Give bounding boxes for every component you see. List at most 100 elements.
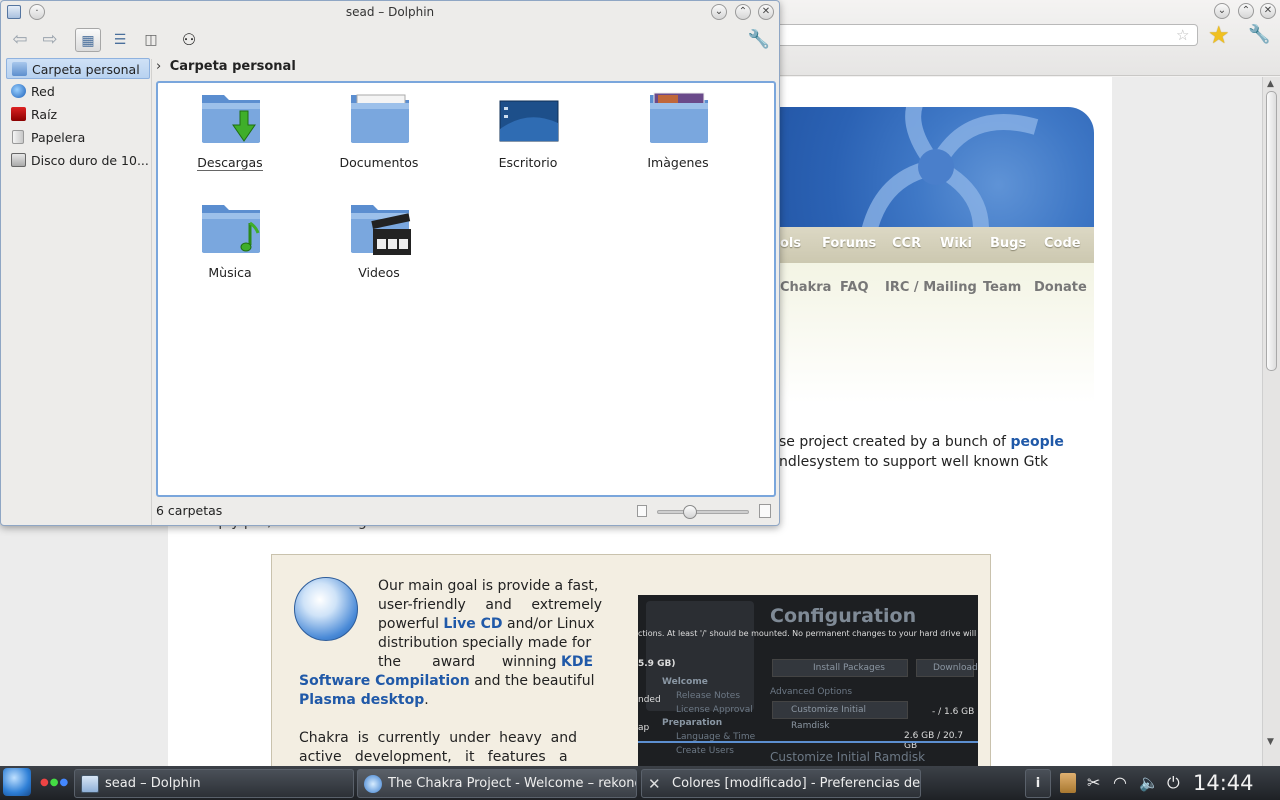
zoom-in-icon[interactable] bbox=[759, 504, 771, 518]
power-icon[interactable]: ⏻ bbox=[1167, 773, 1180, 793]
task-dolphin[interactable]: sead – Dolphin bbox=[74, 769, 354, 798]
pin-button[interactable]: · bbox=[29, 4, 45, 20]
scroll-down-icon[interactable]: ▼ bbox=[1267, 737, 1274, 747]
folder-label: Mùsica bbox=[208, 265, 252, 280]
feature-box: Our main goal is provide a fast, user-fr… bbox=[271, 554, 991, 784]
minimize-button[interactable]: ⌄ bbox=[711, 4, 727, 20]
breadcrumb-arrow-icon[interactable]: › bbox=[156, 59, 161, 74]
people-link[interactable]: people bbox=[1010, 434, 1063, 450]
task-system-settings[interactable]: ✕ Colores [modificado] - Preferencias de… bbox=[641, 769, 921, 798]
documents-folder-icon bbox=[351, 94, 409, 143]
back-arrow-icon[interactable]: ⇦ bbox=[7, 28, 33, 52]
folder-item-escritorio[interactable]: Escritorio bbox=[468, 85, 588, 185]
folder-label: Descargas bbox=[170, 155, 290, 171]
forward-arrow-icon[interactable]: ⇨ bbox=[37, 28, 63, 52]
file-view[interactable]: Descargas Documentos Escritorio Imàgenes… bbox=[156, 81, 776, 497]
place-item-harddisk[interactable]: Disco duro de 10... bbox=[6, 150, 150, 171]
find-binoculars-icon[interactable]: ⚇ bbox=[176, 28, 202, 52]
scissors-icon[interactable]: ✂ bbox=[1087, 773, 1100, 792]
nav-link-ccr[interactable]: CCR bbox=[892, 236, 921, 251]
close-button[interactable]: ✕ bbox=[758, 4, 774, 20]
split-view-button[interactable]: ◫ bbox=[138, 28, 164, 52]
folder-item-musica[interactable]: Mùsica bbox=[170, 195, 290, 295]
screenshot-text: nded bbox=[638, 695, 661, 705]
folder-item-documentos[interactable]: Documentos bbox=[319, 85, 439, 185]
kickoff-launcher-icon[interactable] bbox=[3, 768, 31, 796]
breadcrumb-item[interactable]: Carpeta personal bbox=[170, 59, 296, 74]
place-item-network[interactable]: Red bbox=[6, 81, 150, 102]
task-label: sead – Dolphin bbox=[105, 776, 201, 791]
screenshot-text: Create Users bbox=[676, 746, 734, 756]
nav-link-faq[interactable]: FAQ bbox=[840, 280, 869, 295]
window-menu-icon[interactable] bbox=[7, 5, 21, 19]
site-nav-bottom: Chakra FAQ IRC / Mailing Team Donate bbox=[776, 263, 1094, 403]
screenshot-text: ctions. At least '/' should be mounted. … bbox=[638, 629, 978, 638]
nav-link-code[interactable]: Code bbox=[1044, 236, 1081, 251]
nav-link-team[interactable]: Team bbox=[983, 280, 1021, 295]
configure-wrench-icon[interactable]: 🔧 bbox=[746, 28, 772, 52]
nav-link-tools[interactable]: ols bbox=[780, 236, 801, 251]
kde-link[interactable]: KDE bbox=[561, 654, 593, 670]
panel-splitter[interactable] bbox=[151, 59, 154, 525]
screenshot-text: Release Notes bbox=[676, 691, 741, 701]
nav-link-bugs[interactable]: Bugs bbox=[990, 236, 1026, 251]
maximize-button[interactable]: ⌃ bbox=[1238, 3, 1254, 19]
plasma-link[interactable]: Plasma desktop bbox=[299, 692, 424, 708]
dolphin-titlebar[interactable]: sead – Dolphin · ⌄ ⌃ ✕ bbox=[1, 1, 779, 23]
bookmarks-icon[interactable]: ★ bbox=[1208, 21, 1230, 49]
nav-link-irc[interactable]: IRC / Mailing bbox=[885, 280, 977, 295]
feature-line: user-friendly and extremely bbox=[378, 597, 602, 613]
close-button[interactable]: ✕ bbox=[1260, 3, 1276, 19]
clipboard-icon[interactable] bbox=[1060, 773, 1076, 793]
folder-item-descargas[interactable]: Descargas bbox=[170, 85, 290, 185]
screenshot-button: Customize Initial Ramdisk bbox=[772, 701, 908, 731]
nav-link-wiki[interactable]: Wiki bbox=[940, 236, 972, 251]
screenshot-text: ap bbox=[638, 723, 650, 733]
place-item-home[interactable]: Carpeta personal bbox=[6, 58, 150, 79]
icons-view-button[interactable]: ▦ bbox=[75, 28, 101, 52]
activities-icon[interactable]: ●●● bbox=[40, 777, 69, 788]
bookmark-star-icon[interactable]: ☆ bbox=[1176, 26, 1189, 44]
place-label: Carpeta personal bbox=[32, 62, 140, 77]
tools-menu-icon[interactable]: 🔧 bbox=[1248, 24, 1270, 45]
clock[interactable]: 14:44 bbox=[1193, 771, 1254, 795]
zoom-slider[interactable] bbox=[657, 505, 749, 519]
breadcrumb[interactable]: › Carpeta personal bbox=[156, 59, 296, 75]
live-cd-link[interactable]: Live CD bbox=[443, 616, 502, 632]
scrollbar-thumb[interactable] bbox=[1266, 91, 1277, 371]
folder-item-imagenes[interactable]: Imàgenes bbox=[618, 85, 738, 185]
nav-link-chakra[interactable]: Chakra bbox=[780, 280, 831, 295]
window-title: sead – Dolphin bbox=[345, 5, 435, 19]
zoom-out-icon[interactable] bbox=[637, 505, 647, 517]
rekonq-app-icon bbox=[364, 775, 382, 793]
kde-sc-link[interactable]: Software Compilation bbox=[299, 673, 470, 689]
installer-screenshot[interactable]: Configuration ctions. At least '/' shoul… bbox=[638, 595, 978, 775]
feature-line: Our main goal is provide a fast, bbox=[378, 578, 599, 594]
zoom-slider-handle[interactable] bbox=[683, 505, 697, 519]
notifications-info-icon[interactable]: i bbox=[1025, 769, 1051, 798]
place-item-root[interactable]: Raíz bbox=[6, 104, 150, 125]
network-globe-icon bbox=[11, 84, 26, 98]
screenshot-text: Welcome bbox=[662, 677, 708, 687]
wifi-network-icon[interactable]: ◠ bbox=[1113, 773, 1127, 792]
url-bar[interactable] bbox=[778, 24, 1198, 46]
nav-link-forums[interactable]: Forums bbox=[822, 236, 876, 251]
volume-icon[interactable]: 🔈 bbox=[1139, 773, 1159, 792]
home-folder-icon bbox=[12, 62, 27, 76]
minimize-button[interactable]: ⌄ bbox=[1214, 3, 1230, 19]
screenshot-button: Install Packages bbox=[772, 659, 908, 677]
folder-label: Videos bbox=[358, 265, 400, 280]
system-settings-icon: ✕ bbox=[648, 775, 661, 793]
scroll-up-icon[interactable]: ▲ bbox=[1267, 79, 1274, 89]
folder-item-videos[interactable]: Videos bbox=[319, 195, 439, 295]
downloads-folder-icon bbox=[202, 95, 260, 143]
page-scrollbar[interactable]: ▲ ▼ bbox=[1262, 77, 1280, 766]
place-item-trash[interactable]: Papelera bbox=[6, 127, 150, 148]
screenshot-text: Preparation bbox=[662, 718, 723, 728]
chakra-logo-icon bbox=[294, 577, 358, 641]
nav-link-donate[interactable]: Donate bbox=[1034, 280, 1087, 295]
details-view-button[interactable]: ☰ bbox=[107, 28, 133, 52]
task-rekonq[interactable]: The Chakra Project - Welcome – rekonq bbox=[357, 769, 637, 798]
maximize-button[interactable]: ⌃ bbox=[735, 4, 751, 20]
screenshot-title: Configuration bbox=[770, 605, 917, 627]
